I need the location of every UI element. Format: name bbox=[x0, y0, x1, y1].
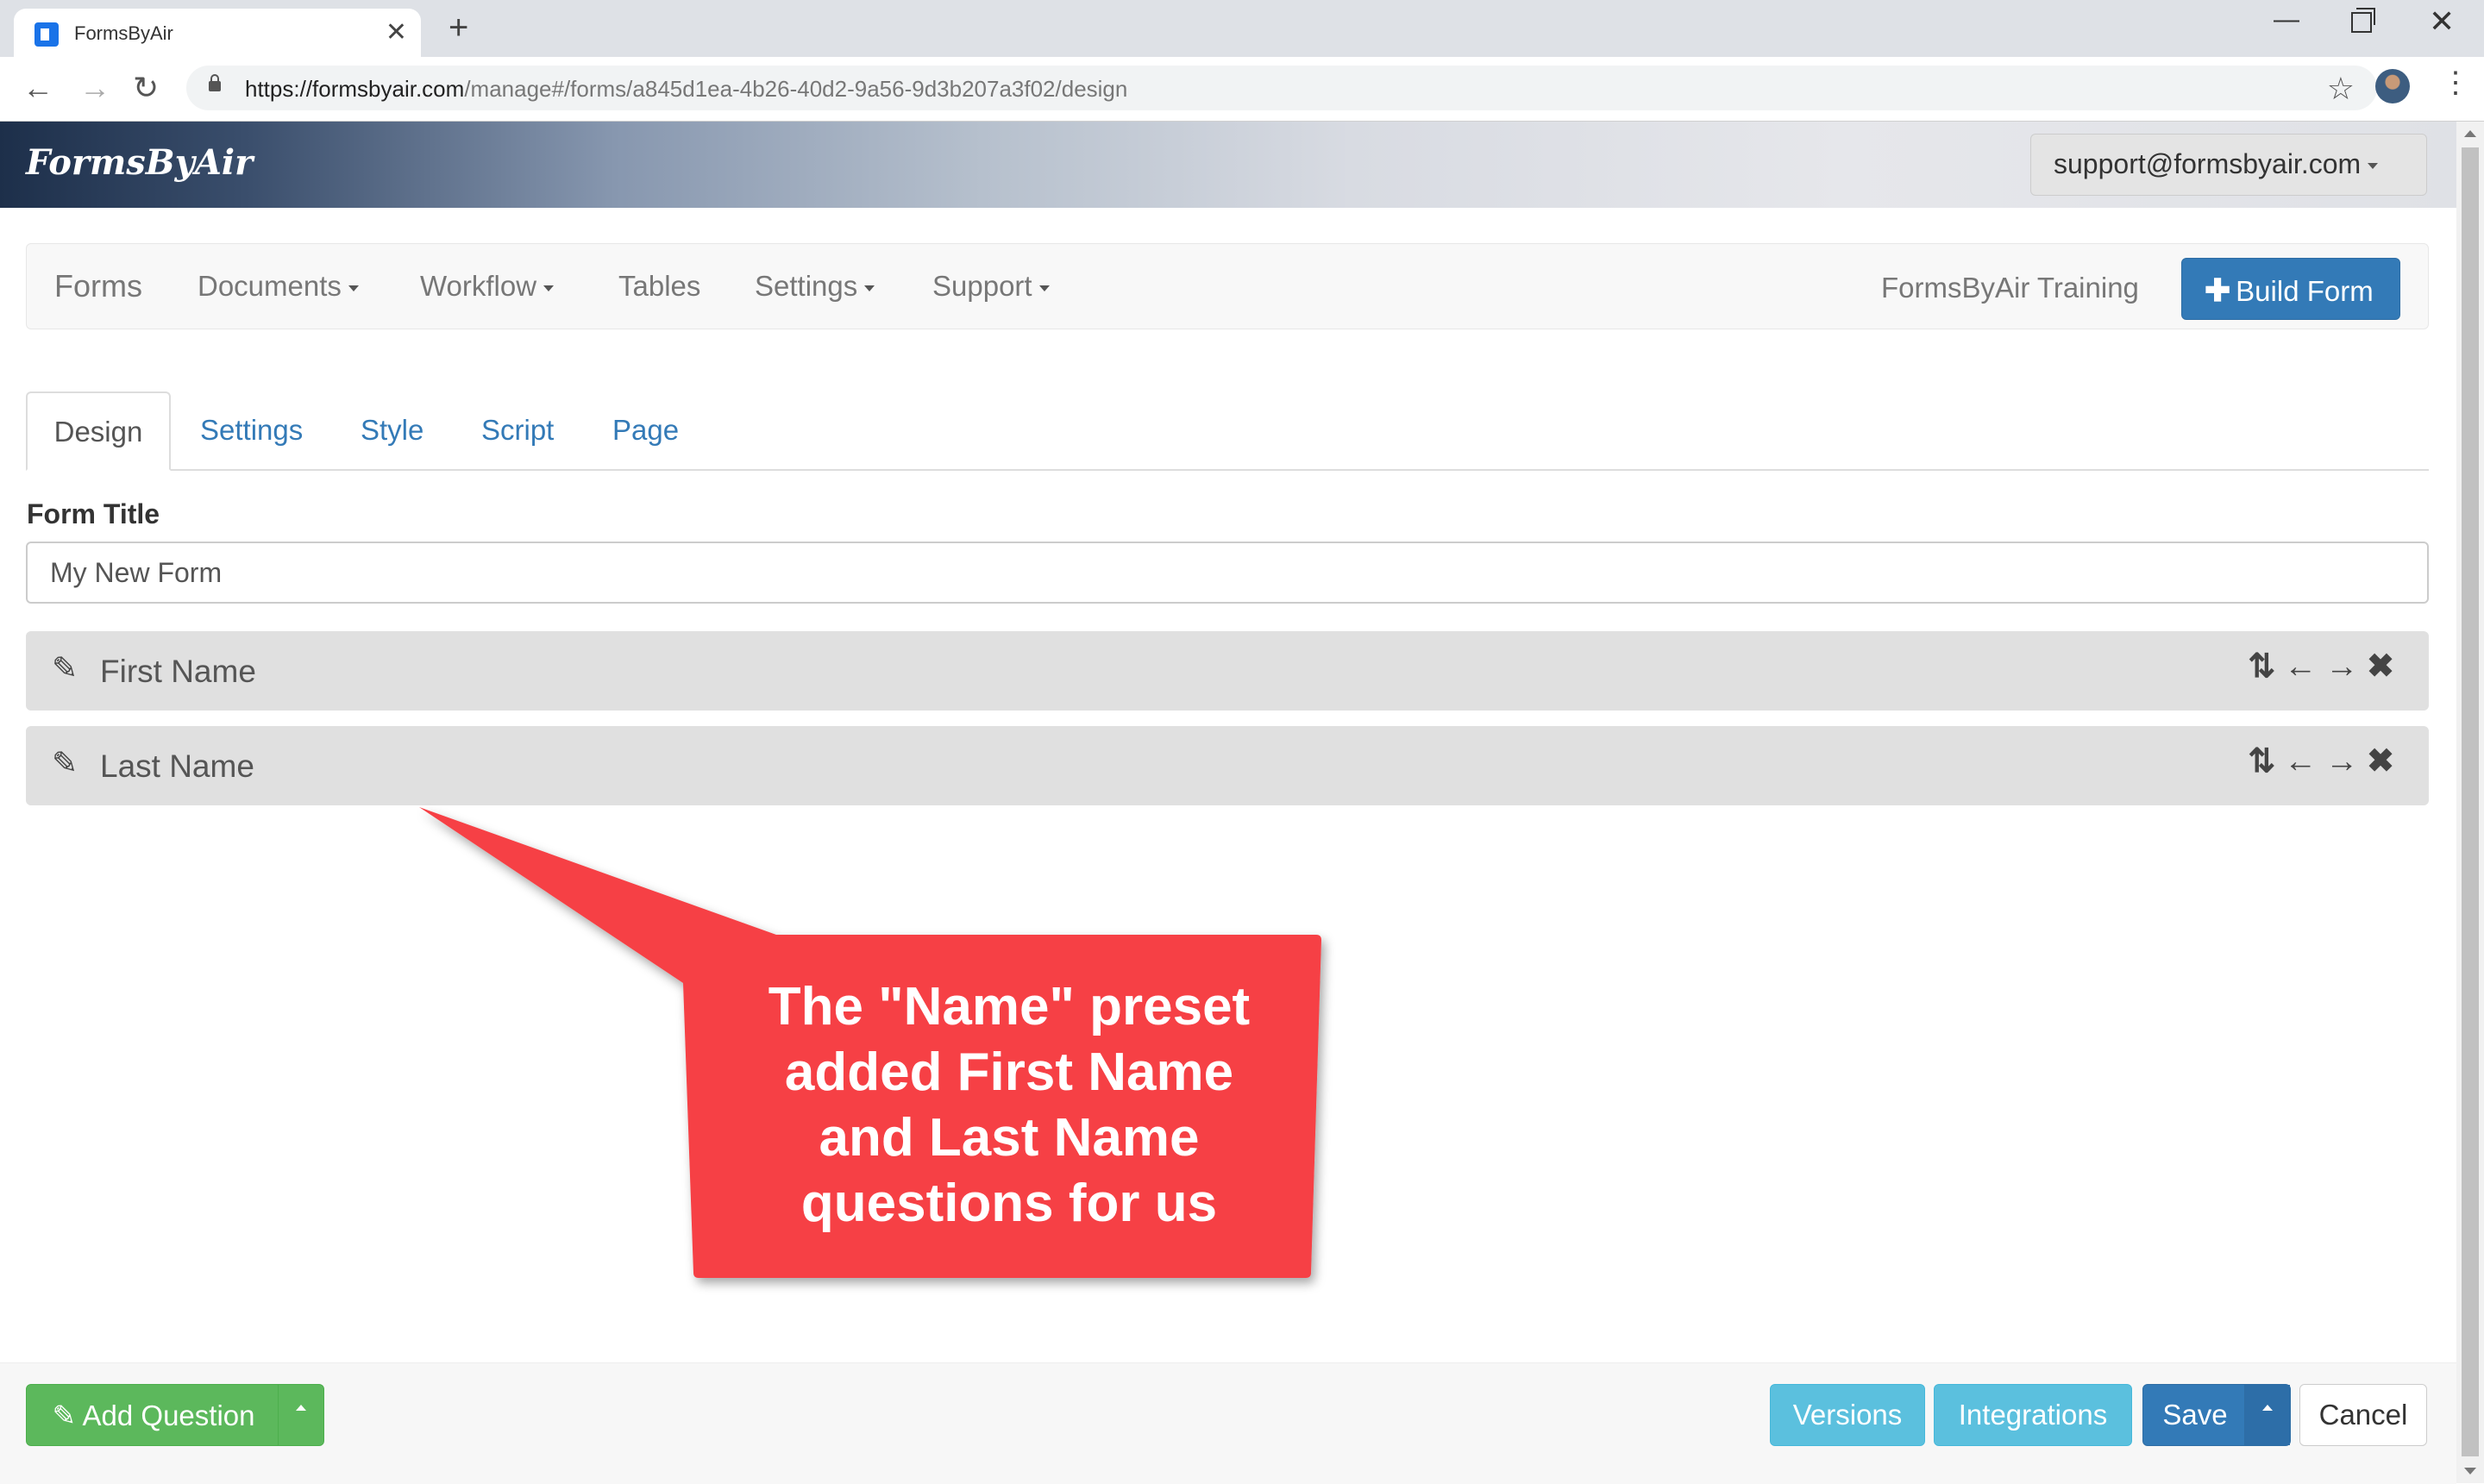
scroll-down-icon[interactable] bbox=[2464, 1468, 2476, 1475]
footer-bar: ✎ Add Question Versions Integrations Sav… bbox=[0, 1362, 2456, 1484]
caret-up-icon bbox=[2262, 1405, 2273, 1411]
save-dropdown-toggle[interactable] bbox=[2244, 1385, 2290, 1445]
pencil-icon: ✎ bbox=[52, 1399, 77, 1431]
add-question-button[interactable]: ✎ Add Question bbox=[26, 1384, 324, 1446]
caret-up-icon bbox=[296, 1405, 306, 1411]
page-scrollbar[interactable] bbox=[2456, 122, 2484, 1483]
add-question-dropdown-toggle[interactable] bbox=[278, 1385, 323, 1445]
callout-line: added First Name bbox=[784, 1043, 1234, 1102]
save-button[interactable]: Save bbox=[2142, 1384, 2291, 1446]
callout-text: The "Name" preset added First Name and L… bbox=[690, 974, 1328, 1237]
callout-line: and Last Name bbox=[819, 1108, 1200, 1168]
versions-button[interactable]: Versions bbox=[1770, 1384, 1925, 1446]
scroll-up-icon[interactable] bbox=[2464, 130, 2476, 137]
integrations-button[interactable]: Integrations bbox=[1934, 1384, 2132, 1446]
callout-line: questions for us bbox=[800, 1174, 1218, 1233]
add-question-main[interactable]: ✎ Add Question bbox=[27, 1385, 280, 1445]
cancel-button[interactable]: Cancel bbox=[2299, 1384, 2427, 1446]
scroll-thumb[interactable] bbox=[2462, 147, 2479, 1456]
callout-line: The "Name" preset bbox=[768, 977, 1251, 1036]
save-main[interactable]: Save bbox=[2143, 1385, 2247, 1445]
